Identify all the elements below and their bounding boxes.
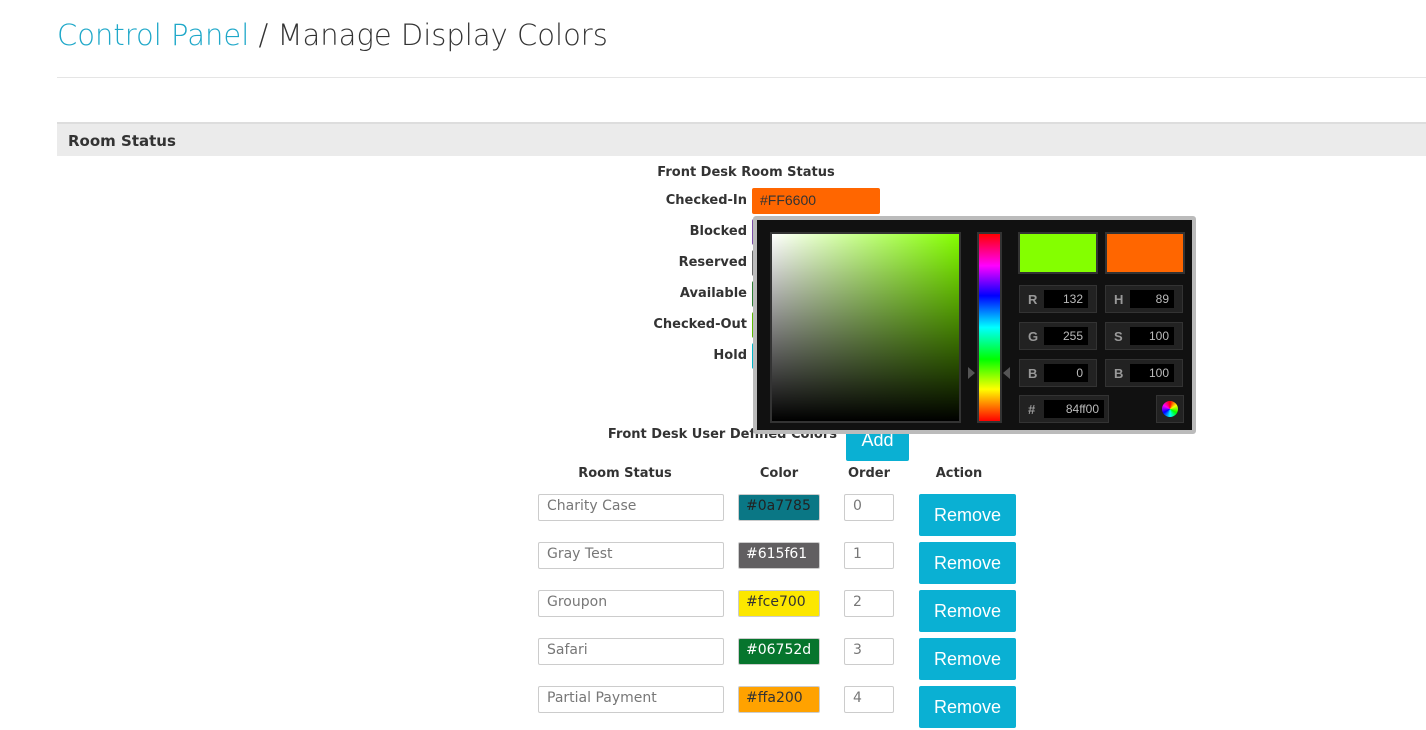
room-status-input[interactable]: Safari	[538, 638, 724, 665]
picker-field-s[interactable]: S 100	[1105, 322, 1183, 350]
status-label: Reserved	[678, 255, 747, 270]
page-title: Control Panel / Manage Display Colors	[57, 18, 608, 52]
picker-field-r[interactable]: R 132	[1019, 285, 1097, 313]
picker-field-b[interactable]: B0	[1019, 359, 1097, 387]
remove-button[interactable]: Remove	[919, 638, 1016, 680]
color-picker-popup: R 132 H 89 G 255 S 100 B 0 B 100 #84ff00	[753, 216, 1196, 434]
room-status-input[interactable]: Gray Test	[538, 542, 724, 569]
color-wheel-button[interactable]	[1156, 395, 1184, 423]
current-color-preview[interactable]	[1105, 232, 1185, 274]
color-input[interactable]: #ffa200	[738, 686, 820, 713]
picker-field-b[interactable]: B 100	[1105, 359, 1183, 387]
hex-input[interactable]: 84ff00	[1044, 400, 1104, 418]
col-color: Color	[759, 466, 799, 481]
status-color-input[interactable]: #FF6600	[752, 188, 880, 214]
front-desk-title: Front Desk Room Status	[657, 165, 835, 180]
room-status-input[interactable]: Partial Payment	[538, 686, 724, 713]
picker-field-h[interactable]: H 89	[1105, 285, 1183, 313]
color-input[interactable]: #fce700	[738, 590, 820, 617]
room-status-input[interactable]: Groupon	[538, 590, 724, 617]
hue-arrow-left-icon	[968, 367, 975, 379]
order-input[interactable]: 3	[844, 638, 894, 665]
picker-field-g[interactable]: G 255	[1019, 322, 1097, 350]
new-color-preview	[1018, 232, 1098, 274]
color-input[interactable]: #0a7785	[738, 494, 820, 521]
color-input[interactable]: #615f61	[738, 542, 820, 569]
order-input[interactable]: 0	[844, 494, 894, 521]
divider	[57, 77, 1426, 78]
breadcrumb-control-panel[interactable]: Control Panel	[57, 18, 249, 52]
status-label: Available	[679, 286, 747, 301]
status-label: Checked-In	[665, 193, 747, 208]
remove-button[interactable]: Remove	[919, 494, 1016, 536]
remove-button[interactable]: Remove	[919, 542, 1016, 584]
section-header: Room Status	[57, 122, 1426, 156]
hex-field[interactable]: #84ff00	[1019, 395, 1109, 423]
order-input[interactable]: 2	[844, 590, 894, 617]
color-wheel-icon	[1162, 401, 1178, 417]
col-order: Order	[848, 466, 890, 481]
status-label: Hold	[713, 348, 747, 363]
color-input[interactable]: #06752d	[738, 638, 820, 665]
col-action: Action	[935, 466, 983, 481]
status-label: Checked-Out	[653, 317, 747, 332]
hue-slider[interactable]	[977, 232, 1002, 423]
breadcrumb-current: Manage Display Colors	[277, 18, 608, 52]
hue-arrow-right-icon	[1003, 367, 1010, 379]
room-status-input[interactable]: Charity Case	[538, 494, 724, 521]
remove-button[interactable]: Remove	[919, 686, 1016, 728]
breadcrumb-separator: /	[249, 18, 278, 52]
order-input[interactable]: 4	[844, 686, 894, 713]
order-input[interactable]: 1	[844, 542, 894, 569]
status-label: Blocked	[689, 224, 747, 239]
remove-button[interactable]: Remove	[919, 590, 1016, 632]
col-room-status: Room Status	[578, 466, 672, 481]
saturation-brightness-area[interactable]	[770, 232, 961, 423]
